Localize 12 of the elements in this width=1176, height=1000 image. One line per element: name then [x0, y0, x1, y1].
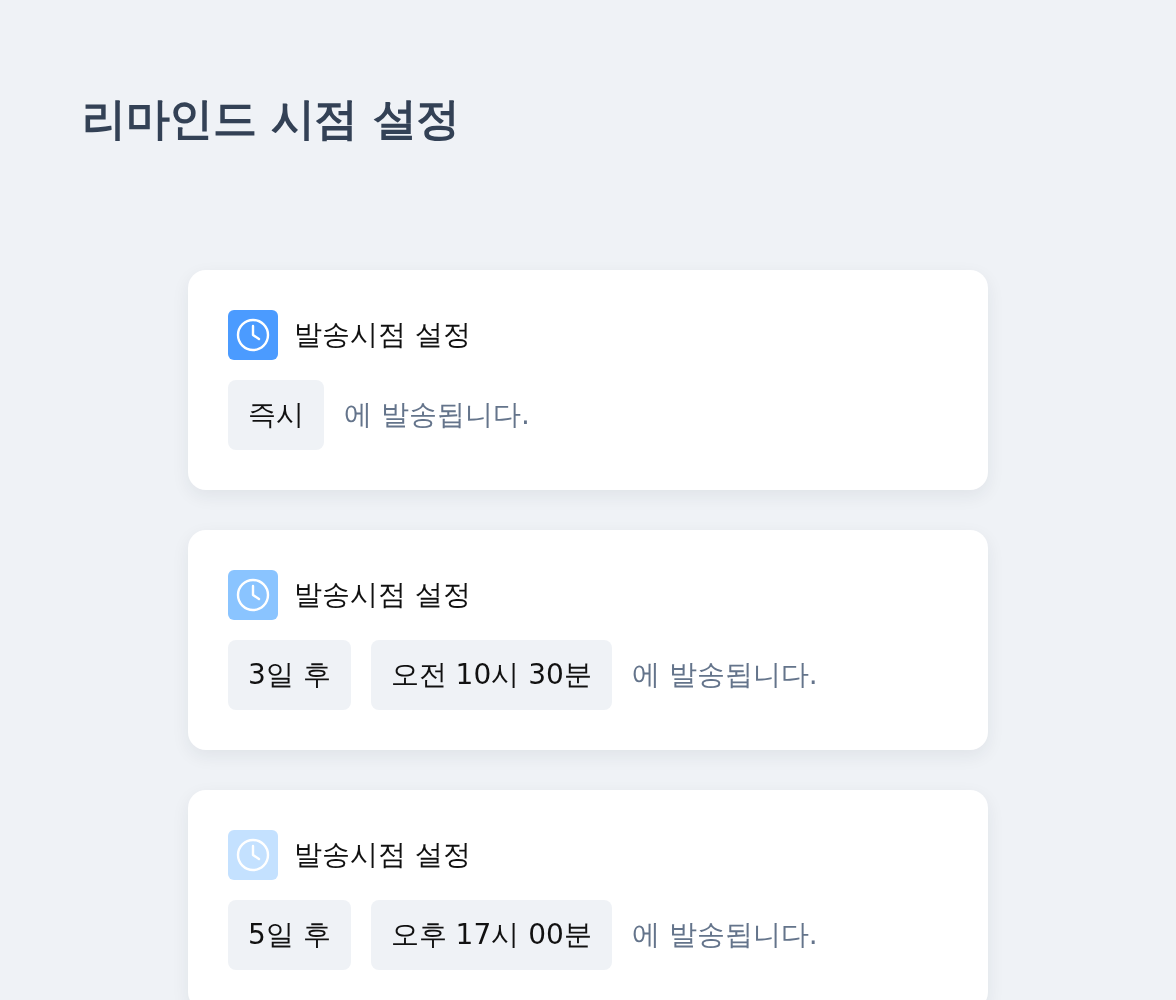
timing-chip[interactable]: 오후 17시 00분 — [370, 900, 612, 970]
timing-chip[interactable]: 5일 후 — [228, 900, 351, 970]
send-note: 에 발송됩니다. — [631, 917, 818, 953]
card-heading: 발송시점 설정 — [294, 317, 471, 353]
card-heading: 발송시점 설정 — [294, 577, 471, 613]
timing-chip[interactable]: 오전 10시 30분 — [370, 640, 612, 710]
page-title: 리마인드 시점 설정 — [82, 92, 461, 146]
timing-chip[interactable]: 3일 후 — [228, 640, 351, 710]
send-note: 에 발송됩니다. — [631, 657, 818, 693]
card-heading: 발송시점 설정 — [294, 837, 471, 873]
send-note: 에 발송됩니다. — [344, 397, 530, 433]
timing-chip[interactable]: 즉시 — [228, 380, 324, 450]
